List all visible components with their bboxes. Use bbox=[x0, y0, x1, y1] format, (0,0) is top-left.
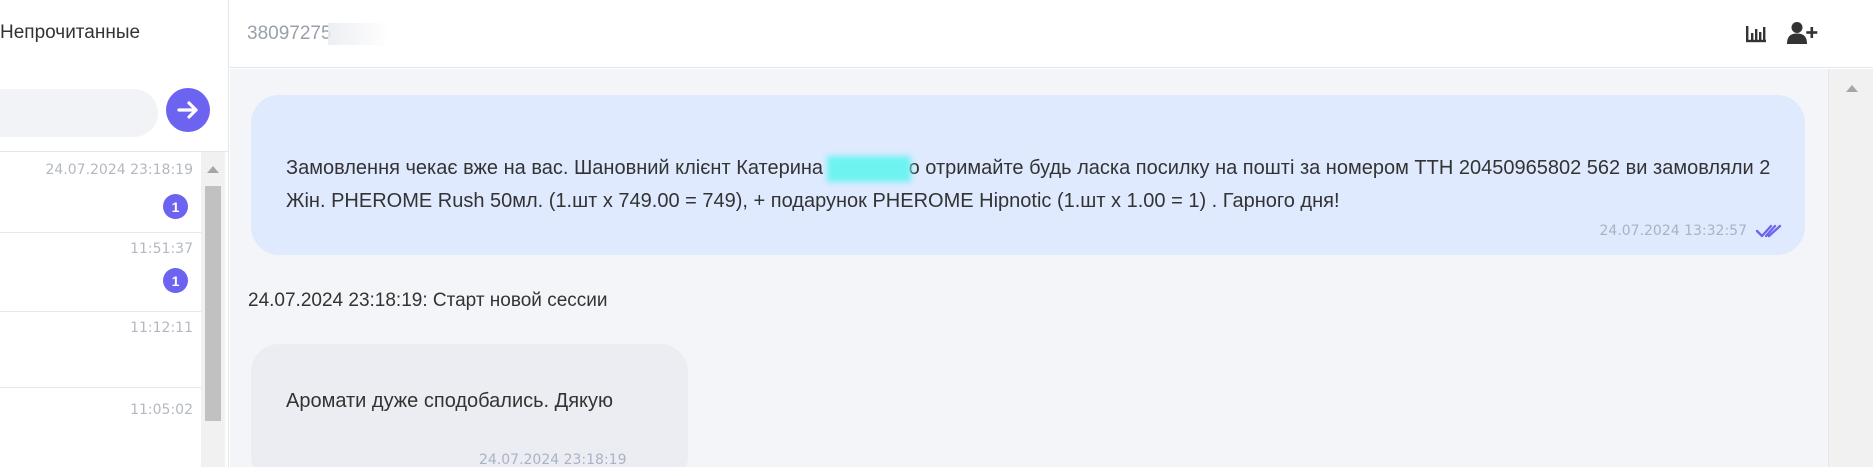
search-input[interactable] bbox=[0, 89, 158, 137]
add-user-icon bbox=[1787, 22, 1818, 44]
unread-badge: 1 bbox=[163, 194, 188, 219]
contact-phone-number: 38097275 bbox=[247, 23, 332, 45]
chat-time: 24.07.2024 23:18:19 bbox=[45, 162, 194, 178]
chat-list-item[interactable]: 11:12:11 bbox=[0, 312, 201, 388]
chat-list-item[interactable]: 11:05:02 bbox=[0, 388, 201, 467]
chat-list: 24.07.2024 23:18:19 1 11:51:37 1 11:12:1… bbox=[0, 152, 201, 467]
messages-area: Замовлення чекає вже на вас. Шановний кл… bbox=[230, 69, 1828, 467]
incoming-message: Аромати дуже сподобались. Дякую 24.07.20… bbox=[251, 344, 688, 467]
phone-redaction bbox=[327, 23, 390, 45]
scroll-up-icon[interactable] bbox=[207, 166, 219, 173]
message-text: Аромати дуже сподобались. Дякую bbox=[286, 390, 614, 412]
unread-badge: 1 bbox=[163, 268, 188, 293]
scroll-up-icon[interactable] bbox=[1846, 85, 1858, 92]
chat-time: 11:51:37 bbox=[130, 241, 193, 257]
message-time: 24.07.2024 13:32:57 bbox=[1599, 223, 1748, 239]
chat-list-panel: Непрочитанные 24.07.2024 23:18:19 1 11:5… bbox=[0, 0, 229, 467]
chat-time: 11:05:02 bbox=[130, 402, 193, 418]
outgoing-message: Замовлення чекає вже на вас. Шановний кл… bbox=[251, 95, 1805, 255]
message-meta: 24.07.2024 13:32:57 bbox=[1600, 223, 1784, 239]
arrow-right-icon bbox=[177, 101, 198, 119]
chat-time: 11:12:11 bbox=[130, 320, 193, 336]
name-redaction bbox=[826, 155, 911, 182]
message-text-part: Замовлення чекає вже на вас. Шановний кл… bbox=[286, 157, 829, 179]
add-contact-button[interactable] bbox=[1785, 18, 1819, 48]
session-notice: 24.07.2024 23:18:19: Старт новой сессии bbox=[248, 290, 608, 311]
chat-list-scrollbar[interactable] bbox=[201, 152, 225, 467]
bar-chart-icon bbox=[1746, 26, 1766, 43]
conversation-header: 38097275 bbox=[230, 0, 1873, 68]
search-go-button[interactable] bbox=[166, 88, 210, 132]
message-text: Замовлення чекає вже на вас. Шановний кл… bbox=[286, 152, 1786, 218]
chat-list-item[interactable]: 24.07.2024 23:18:19 1 bbox=[0, 152, 201, 233]
unread-filter-label[interactable]: Непрочитанные bbox=[0, 22, 140, 44]
message-time: 24.07.2024 23:18:19 bbox=[479, 452, 627, 467]
double-check-icon bbox=[1755, 224, 1782, 238]
scroll-thumb[interactable] bbox=[205, 186, 221, 421]
messages-scrollbar[interactable] bbox=[1828, 69, 1873, 467]
chat-list-item[interactable]: 11:51:37 1 bbox=[0, 233, 201, 312]
contact-phone: 38097275 bbox=[247, 23, 390, 45]
stats-button[interactable] bbox=[1743, 18, 1769, 48]
